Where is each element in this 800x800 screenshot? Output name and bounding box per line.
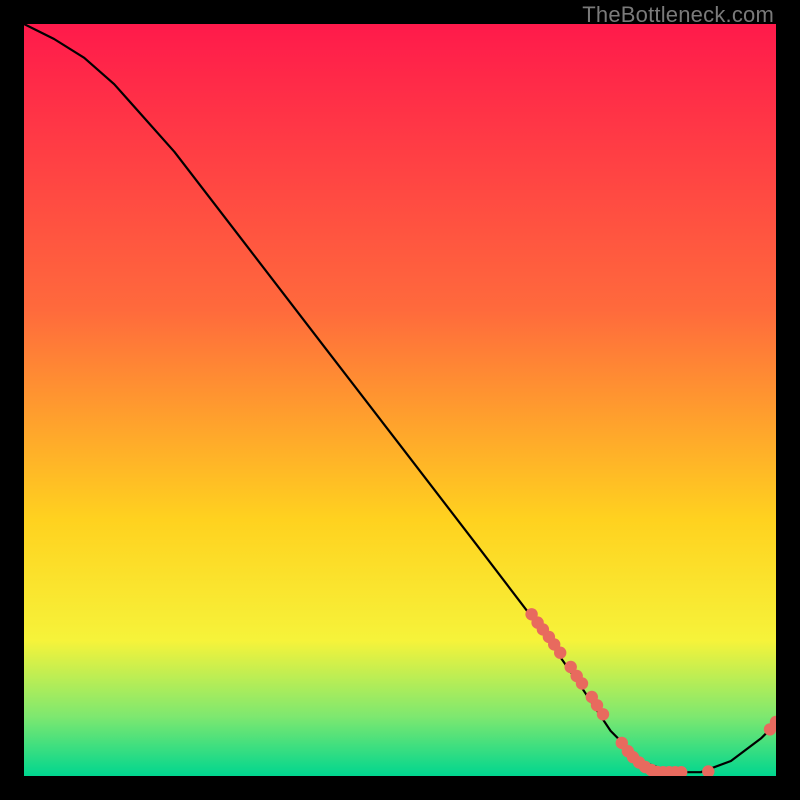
data-marker: [554, 647, 566, 659]
data-marker: [576, 677, 588, 689]
chart-frame: [24, 24, 776, 776]
watermark-text: TheBottleneck.com: [582, 2, 774, 28]
gradient-background: [24, 24, 776, 776]
bottleneck-chart: [24, 24, 776, 776]
data-marker: [597, 708, 609, 720]
